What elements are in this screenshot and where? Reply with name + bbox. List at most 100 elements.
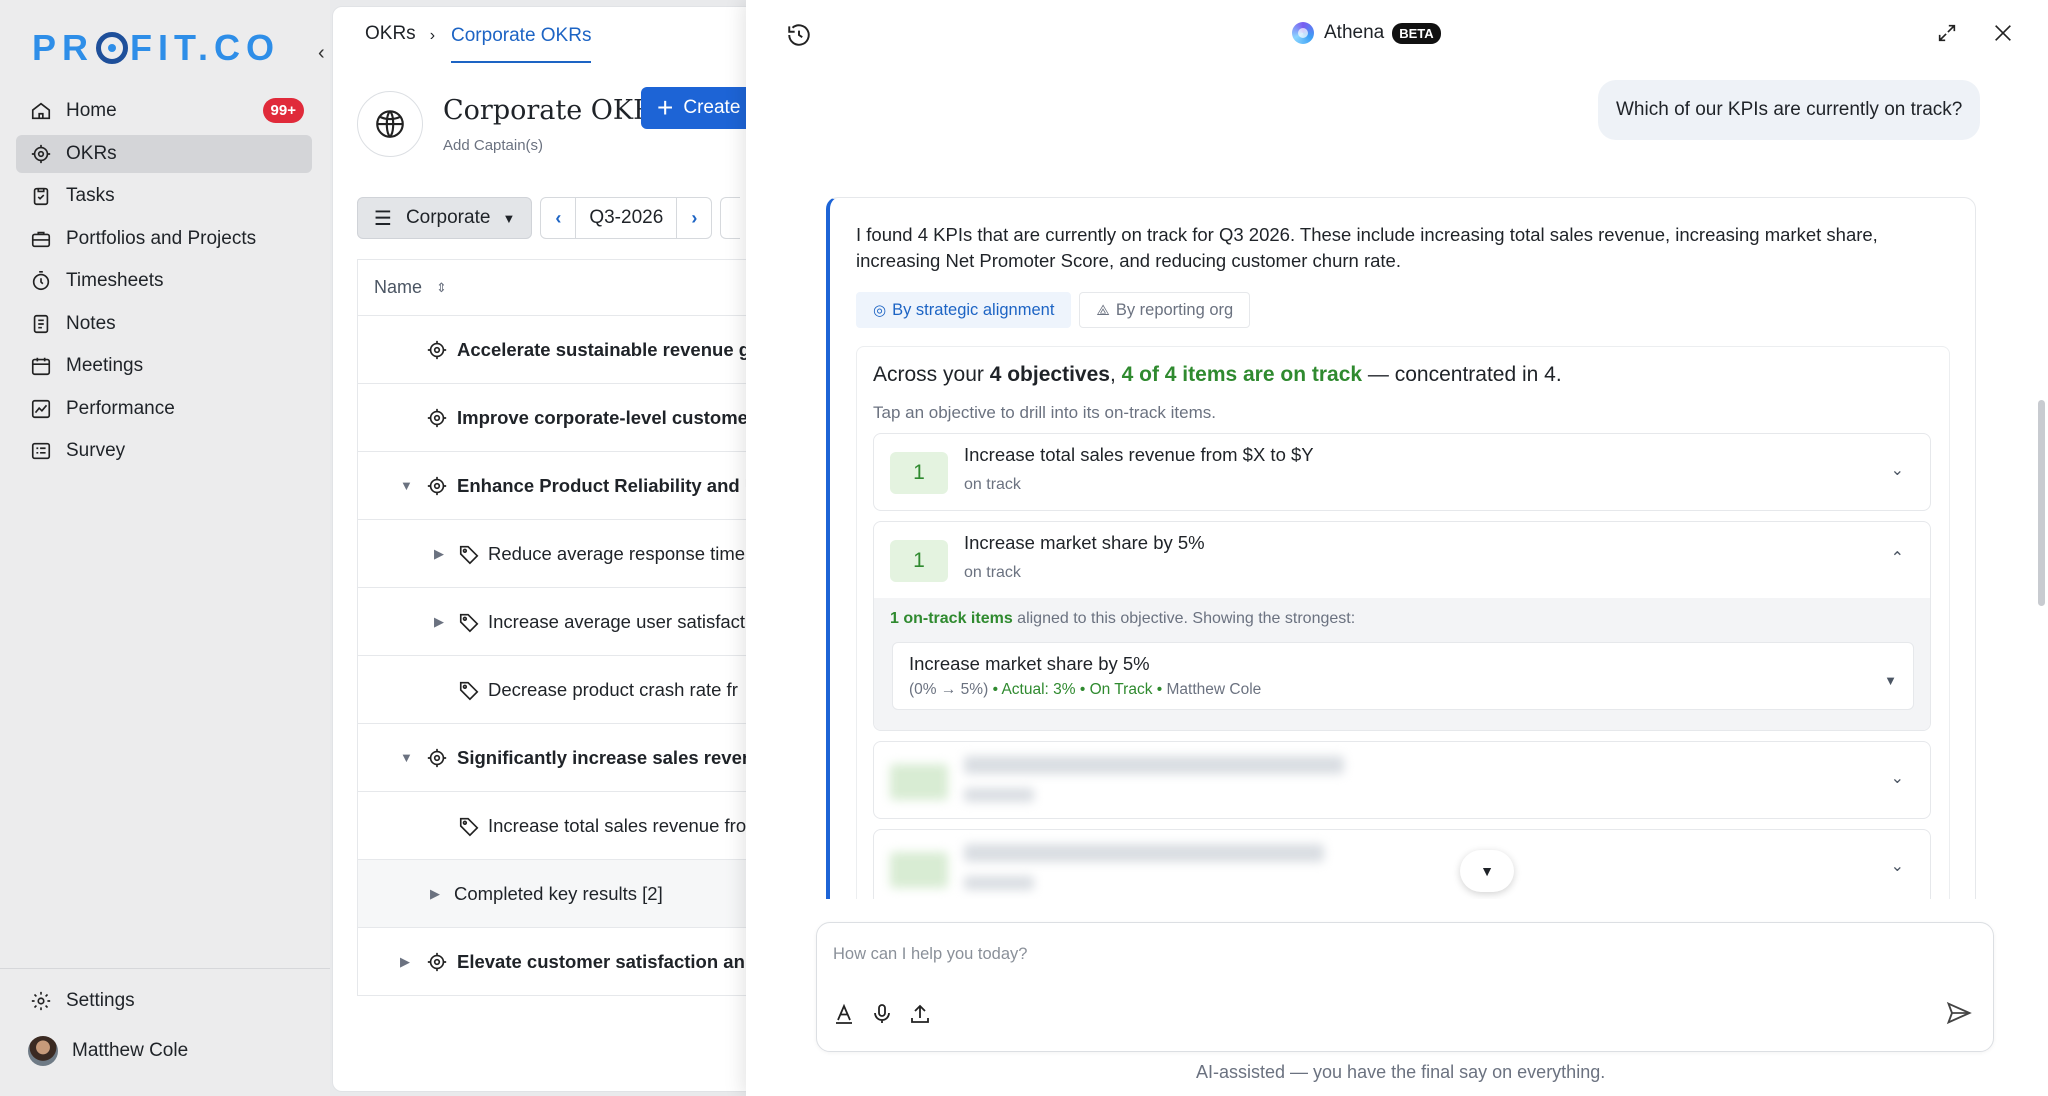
avatar [28, 1036, 58, 1066]
scrollbar-thumb[interactable] [2038, 400, 2045, 606]
expand-note-text: aligned to this objective. Showing the s… [1017, 610, 1356, 627]
sidebar-item-home[interactable]: Home 99+ [16, 92, 312, 130]
create-button[interactable]: + Create [641, 87, 761, 129]
tab-label: By reporting org [1115, 300, 1234, 319]
key-result-owner: Matthew Cole [1166, 681, 1262, 698]
chevron-down-icon[interactable]: ▼ [1884, 673, 1897, 688]
blurred-status [964, 788, 1034, 802]
tab-by-strategic-alignment[interactable]: ◎ By strategic alignment [856, 292, 1072, 328]
chevron-down-icon[interactable]: ⌄ [1891, 856, 1904, 876]
sidebar-item-label: OKRs [66, 142, 117, 164]
objective-name: Accelerate sustainable revenue g [457, 338, 751, 360]
close-icon[interactable] [1992, 22, 2014, 44]
athena-logo-icon [1292, 22, 1314, 44]
calendar-icon [30, 355, 52, 377]
user-profile[interactable]: Matthew Cole [28, 1036, 188, 1066]
logo-text-left: PR [32, 27, 95, 68]
chevron-up-icon[interactable]: ⌃ [1891, 548, 1904, 568]
sort-icon[interactable]: ⇕ [436, 280, 447, 296]
collapse-caret-icon[interactable]: ▼ [400, 750, 413, 765]
key-result-card[interactable]: Increase market share by 5% (0% → 5%) • … [892, 642, 1914, 710]
objective-card-title: Increase total sales revenue from $X to … [964, 444, 1314, 465]
chevron-down-icon: ▼ [1480, 863, 1494, 879]
profit-logo[interactable]: PR FIT.CO [32, 27, 280, 68]
objective-target-icon [427, 952, 447, 972]
text-format-icon[interactable] [831, 1001, 857, 1027]
expand-caret-icon[interactable]: ▶ [434, 546, 444, 562]
key-result-actual-status: • Actual: 3% • On Track • [992, 681, 1163, 698]
ai-disclaimer: AI-assisted — you have the final say on … [1196, 1062, 1606, 1082]
breadcrumb-okrs[interactable]: OKRs [365, 23, 416, 63]
beta-badge: BETA [1392, 22, 1441, 44]
objective-card-blurred[interactable]: ⌄ [873, 741, 1931, 819]
key-result-name: Reduce average response time [488, 542, 746, 564]
tab-by-reporting-org[interactable]: ⟁ By reporting org [1079, 292, 1251, 328]
objective-name: Enhance Product Reliability and U [457, 474, 759, 496]
on-track-summary: Across your 4 objectives, 4 of 4 items a… [856, 346, 1950, 899]
athena-assistant-panel: Athena BETA Which of our KPIs are curren… [746, 0, 2048, 1096]
chat-composer [816, 922, 1994, 1052]
sidebar-item-portfolios[interactable]: Portfolios and Projects [16, 220, 312, 258]
chevron-down-icon[interactable]: ⌄ [1891, 460, 1904, 480]
notes-icon [30, 313, 52, 335]
sidebar-item-label: Timesheets [66, 270, 164, 291]
expand-note-count: 1 on-track items [890, 610, 1013, 627]
expand-caret-icon[interactable]: ▶ [430, 886, 440, 902]
previous-period-button[interactable]: ‹ [540, 197, 577, 239]
expand-caret-icon[interactable]: ▶ [434, 614, 444, 630]
sidebar-item-label: Home [66, 100, 117, 121]
column-header-label: Name [374, 277, 423, 297]
sidebar-item-meetings[interactable]: Meetings [16, 347, 312, 385]
next-period-button[interactable]: › [676, 197, 713, 239]
sidebar-item-performance[interactable]: Performance [16, 390, 312, 428]
add-captain-link[interactable]: Add Captain(s) [443, 137, 543, 154]
level-dropdown[interactable]: ☰ Corporate ▼ [357, 197, 533, 239]
objective-card-blurred[interactable]: ⌄ [873, 829, 1931, 899]
microphone-icon[interactable] [869, 1001, 895, 1027]
filter-row: ☰ Corporate ▼ ‹ Q3-2026 › [357, 197, 741, 239]
sidebar-item-timesheets[interactable]: Timesheets [16, 262, 312, 300]
collapse-caret-icon[interactable]: ▼ [400, 478, 413, 493]
sidebar-item-tasks[interactable]: Tasks [16, 177, 312, 215]
breadcrumb-separator-icon: › [429, 27, 436, 44]
sidebar-item-label: Notes [66, 312, 116, 334]
sidebar-item-label: Performance [66, 397, 175, 419]
globe-icon [357, 91, 423, 157]
expand-caret-icon[interactable]: ▶ [400, 954, 410, 970]
plus-icon: + [657, 92, 674, 123]
summary-objectives: 4 objectives [989, 363, 1110, 386]
athena-header: Athena BETA [1292, 22, 1441, 44]
toolbar-button[interactable] [720, 197, 741, 239]
sidebar-item-okrs[interactable]: OKRs [16, 134, 312, 173]
sidebar-item-settings[interactable]: Settings [30, 990, 135, 1012]
user-message-bubble: Which of our KPIs are currently on track… [1598, 80, 1981, 140]
summary-on-track: 4 of 4 items are on track [1121, 363, 1363, 386]
tab-corporate-okrs[interactable]: Corporate OKRs [451, 25, 592, 63]
sidebar-item-notes[interactable]: Notes [16, 305, 312, 343]
upload-icon[interactable] [907, 1001, 933, 1027]
history-icon[interactable] [786, 22, 812, 48]
objective-card[interactable]: 1 Increase total sales revenue from $X t… [873, 433, 1931, 511]
chevron-down-icon[interactable]: ⌄ [1891, 768, 1904, 788]
expand-icon[interactable] [1936, 22, 1958, 44]
blurred-count [890, 764, 948, 800]
sidebar-item-survey[interactable]: Survey [16, 432, 312, 470]
objective-target-icon [427, 340, 447, 360]
sidebar-divider [0, 968, 330, 969]
send-icon[interactable] [1945, 999, 1973, 1027]
on-track-count: 1 [890, 540, 948, 582]
objective-target-icon [427, 748, 447, 768]
collapse-sidebar-chevron-icon[interactable]: ‹ [318, 42, 325, 65]
objective-card-status: on track [964, 476, 1021, 493]
answer-view-tabs: ◎ By strategic alignment ⟁ By reporting … [856, 292, 1258, 328]
objective-card-expanded[interactable]: 1 Increase market share by 5% on track ⌃… [873, 521, 1931, 731]
key-result-meta: (0% → 5%) • Actual: 3% • On Track • Matt… [909, 681, 1261, 699]
objective-target-icon [427, 408, 447, 428]
survey-icon [30, 440, 52, 462]
objective-target-icon [427, 476, 447, 496]
assistant-answer-card: I found 4 KPIs that are currently on tra… [826, 197, 1976, 899]
tab-label: By strategic alignment [892, 300, 1055, 319]
chat-input[interactable] [833, 939, 1933, 969]
sidebar-nav: Home 99+ OKRs Tasks Portfolios and Proje… [16, 92, 312, 475]
scroll-down-button[interactable]: ▼ [1460, 850, 1514, 892]
